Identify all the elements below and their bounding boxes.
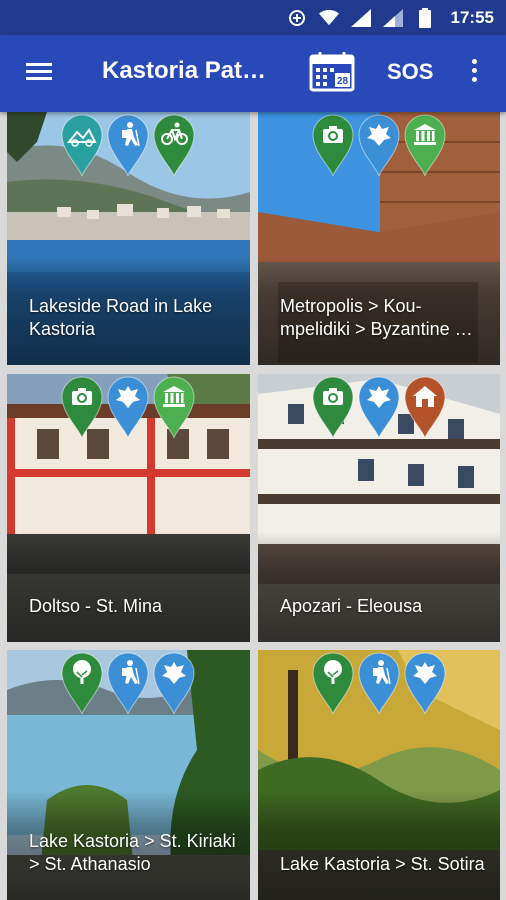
activity-pins [59, 650, 197, 716]
route-title: Lake Kastoria > St. Sotira [280, 854, 485, 874]
activity-pins [310, 374, 448, 440]
museum-pin-icon [151, 374, 197, 440]
routes-grid: Lakeside Road in Lake Kastoria Metropoli… [0, 112, 506, 900]
menu-icon[interactable] [24, 59, 54, 89]
byzantine-eagle-pin-icon [105, 374, 151, 440]
card-gradient [258, 532, 500, 642]
route-title: Doltso - St. Mina [29, 596, 163, 616]
byzantine-eagle-pin-icon [356, 112, 402, 178]
activity-pins [59, 374, 197, 440]
camera-pin-icon [59, 374, 105, 440]
route-card[interactable]: Doltso - St. Mina [7, 374, 250, 642]
status-bar: 17:55 [0, 0, 506, 35]
app-bar: Kastoria Pat… 28 SOS [0, 35, 506, 112]
hiker-pin-icon [105, 650, 151, 716]
calendar-icon[interactable]: 28 [308, 51, 356, 93]
route-card[interactable]: Metropolis > Kou-mpelidiki > Byzantine … [258, 112, 500, 365]
hiker-pin-icon [105, 112, 151, 178]
card-gradient [258, 790, 500, 900]
route-card[interactable]: Lakeside Road in Lake Kastoria [7, 112, 250, 365]
museum-pin-icon [402, 112, 448, 178]
battery-icon [415, 7, 435, 28]
signal-icon [350, 8, 371, 28]
tree-pin-icon [310, 650, 356, 716]
calendar-day: 28 [337, 76, 349, 87]
data-saver-icon [287, 8, 307, 28]
more-options-icon[interactable] [468, 59, 480, 89]
activity-pins [310, 112, 448, 178]
hiker-pin-icon [356, 650, 402, 716]
bike-mountain-pin-icon [59, 112, 105, 178]
page-title: Kastoria Pat… [102, 57, 267, 84]
route-title: Lake Kastoria > St. Kiriaki > St. Athana… [29, 831, 236, 874]
bicycle-pin-icon [151, 112, 197, 178]
signal-secondary-icon [382, 8, 403, 28]
byzantine-eagle-pin-icon [356, 374, 402, 440]
route-card[interactable]: Lake Kastoria > St. Kiriaki > St. Athana… [7, 650, 250, 900]
tree-pin-icon [59, 650, 105, 716]
route-card[interactable]: Lake Kastoria > St. Sotira [258, 650, 500, 900]
card-gradient [7, 532, 250, 642]
camera-pin-icon [310, 374, 356, 440]
route-title: Lakeside Road in Lake Kastoria [29, 296, 213, 339]
camera-pin-icon [310, 112, 356, 178]
route-card[interactable]: Apozari - Eleousa [258, 374, 500, 642]
wifi-icon [318, 8, 339, 28]
route-title: Apozari - Eleousa [280, 596, 423, 616]
byzantine-eagle-pin-icon [402, 650, 448, 716]
house-pin-icon [402, 374, 448, 440]
activity-pins [59, 112, 197, 178]
route-title: Metropolis > Kou-mpelidiki > Byzantine … [280, 296, 473, 339]
byzantine-eagle-pin-icon [151, 650, 197, 716]
sos-button[interactable]: SOS [387, 59, 433, 85]
status-time: 17:55 [450, 7, 494, 27]
activity-pins [310, 650, 448, 716]
